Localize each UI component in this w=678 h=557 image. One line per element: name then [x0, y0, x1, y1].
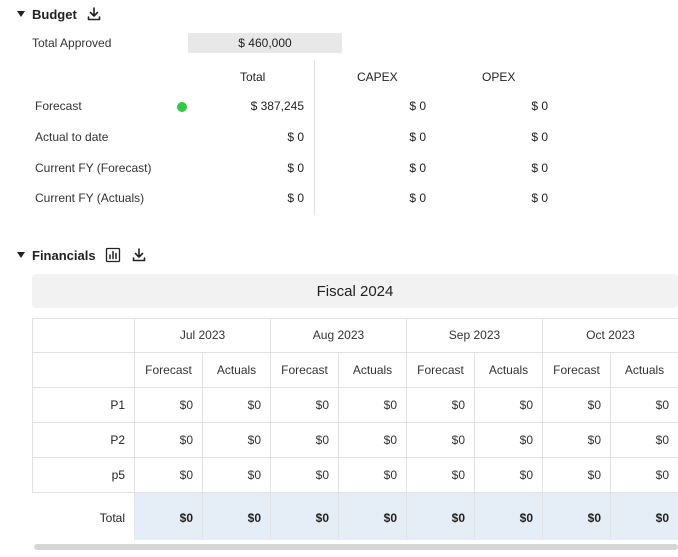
column-header-capex: CAPEX — [357, 70, 398, 84]
grid-corner — [32, 318, 135, 353]
table-cell: $0 — [339, 388, 407, 423]
subheader-actuals: Actuals — [203, 353, 271, 388]
table-cell: $0 — [407, 388, 475, 423]
table-cell: $0 — [543, 458, 611, 493]
row-label: P2 — [32, 423, 135, 458]
table-cell: $0 — [611, 388, 678, 423]
budget-title: Budget — [32, 6, 77, 22]
total-cell: $0 — [611, 493, 678, 540]
budget-row-forecast: Forecast $ 387,245 $ 0 $ 0 — [0, 92, 678, 122]
financials-title: Financials — [32, 247, 96, 263]
total-cell: $0 — [135, 493, 203, 540]
total-cell: $0 — [271, 493, 339, 540]
total-cell: $0 — [203, 493, 271, 540]
table-cell: $0 — [407, 423, 475, 458]
fiscal-year-banner: Fiscal 2024 — [32, 274, 678, 308]
total-cell: $0 — [543, 493, 611, 540]
total-approved-value: $ 460,000 — [188, 33, 342, 53]
total-cell: $0 — [475, 493, 543, 540]
opex-value: $ 0 — [531, 161, 548, 175]
financials-section-header[interactable]: Financials — [17, 246, 148, 264]
month-header: Aug 2023 — [271, 318, 407, 353]
total-row-label: Total — [32, 493, 135, 540]
row-label: Current FY (Actuals) — [35, 191, 145, 205]
subheader-forecast: Forecast — [271, 353, 339, 388]
collapse-caret-icon[interactable] — [17, 252, 25, 258]
row-label: Current FY (Forecast) — [35, 161, 152, 175]
capex-value: $ 0 — [409, 161, 426, 175]
capex-value: $ 0 — [409, 99, 426, 113]
subheader-actuals: Actuals — [611, 353, 678, 388]
subheader-forecast: Forecast — [407, 353, 475, 388]
total-value: $ 387,245 — [250, 99, 304, 113]
capex-value: $ 0 — [409, 130, 426, 144]
table-cell: $0 — [203, 388, 271, 423]
horizontal-scrollbar[interactable] — [34, 544, 678, 550]
table-cell: $0 — [475, 388, 543, 423]
table-cell: $0 — [407, 458, 475, 493]
row-label: p5 — [32, 458, 135, 493]
budget-row-cfy-forecast: Current FY (Forecast) $ 0 $ 0 $ 0 — [0, 154, 678, 184]
total-value: $ 0 — [287, 191, 304, 205]
table-cell: $0 — [271, 423, 339, 458]
total-value: $ 0 — [287, 130, 304, 144]
budget-section-header[interactable]: Budget — [17, 5, 103, 23]
column-header-total: Total — [240, 70, 266, 84]
status-dot-icon — [177, 102, 187, 112]
capex-value: $ 0 — [409, 191, 426, 205]
month-header: Jul 2023 — [135, 318, 271, 353]
financials-grid: Jul 2023 Forecast Actuals Aug 2023 Forecast A… — [32, 318, 678, 540]
subheader-forecast: Forecast — [543, 353, 611, 388]
download-icon[interactable] — [85, 5, 103, 23]
row-label: P1 — [32, 388, 135, 423]
table-cell: $0 — [135, 423, 203, 458]
subheader-forecast: Forecast — [135, 353, 203, 388]
budget-row-cfy-actuals: Current FY (Actuals) $ 0 $ 0 $ 0 — [0, 184, 678, 214]
table-cell: $0 — [339, 423, 407, 458]
budget-row-actual: Actual to date $ 0 $ 0 $ 0 — [0, 123, 678, 153]
table-cell: $0 — [339, 458, 407, 493]
table-cell: $0 — [135, 388, 203, 423]
total-approved-label: Total Approved — [32, 36, 112, 50]
month-header: Sep 2023 — [407, 318, 543, 353]
table-cell: $0 — [271, 388, 339, 423]
table-cell: $0 — [611, 423, 678, 458]
total-cell: $0 — [407, 493, 475, 540]
column-header-opex: OPEX — [482, 70, 516, 84]
table-cell: $0 — [203, 458, 271, 493]
opex-value: $ 0 — [531, 130, 548, 144]
total-cell: $0 — [339, 493, 407, 540]
download-icon[interactable] — [130, 246, 148, 264]
grid-corner — [32, 353, 135, 388]
budget-table: Total CAPEX OPEX Forecast $ 387,245 $ 0 … — [0, 60, 678, 220]
table-cell: $0 — [271, 458, 339, 493]
table-cell: $0 — [543, 388, 611, 423]
total-value: $ 0 — [287, 161, 304, 175]
table-cell: $0 — [475, 458, 543, 493]
row-label: Forecast — [35, 99, 82, 113]
collapse-caret-icon[interactable] — [17, 11, 25, 17]
table-cell: $0 — [543, 423, 611, 458]
opex-value: $ 0 — [531, 191, 548, 205]
table-cell: $0 — [475, 423, 543, 458]
month-header: Oct 2023 — [543, 318, 678, 353]
row-label: Actual to date — [35, 130, 109, 144]
opex-value: $ 0 — [531, 99, 548, 113]
subheader-actuals: Actuals — [475, 353, 543, 388]
table-cell: $0 — [203, 423, 271, 458]
bar-chart-icon[interactable] — [104, 246, 122, 264]
table-cell: $0 — [135, 458, 203, 493]
subheader-actuals: Actuals — [339, 353, 407, 388]
table-cell: $0 — [611, 458, 678, 493]
